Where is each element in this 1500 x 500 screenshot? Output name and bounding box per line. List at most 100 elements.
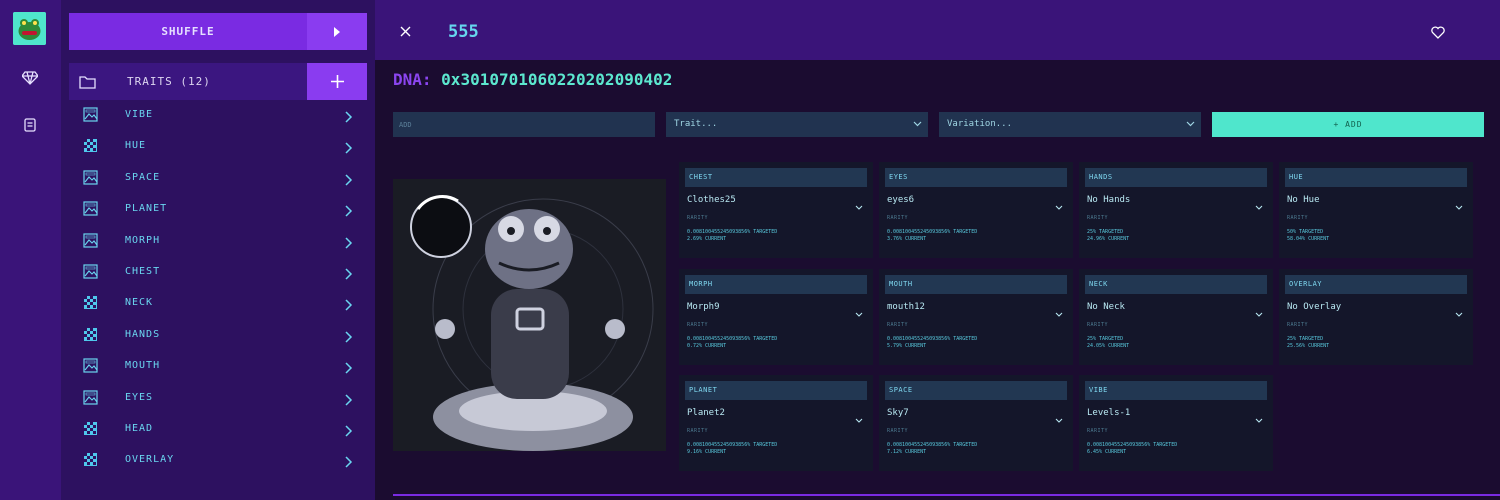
frog-logo[interactable] <box>13 12 46 45</box>
trait-card-hue: HUE No Hue RARITY 50% TARGETED 58.04% CU… <box>1279 162 1473 258</box>
trait-label: CHEST <box>125 265 161 277</box>
variation-select[interactable]: Variation... <box>939 112 1201 137</box>
trait-item-mouth[interactable]: MOUTH <box>61 350 375 381</box>
trait-item-space[interactable]: SPACE <box>61 162 375 193</box>
shuffle-button[interactable]: SHUFFLE <box>69 13 307 50</box>
chevron-down-icon[interactable] <box>1255 302 1263 321</box>
close-icon[interactable] <box>400 22 411 41</box>
card-header: CHEST <box>685 168 867 187</box>
card-value[interactable]: Planet2 <box>687 408 725 418</box>
card-header: HUE <box>1285 168 1467 187</box>
trait-item-hands[interactable]: HANDS <box>61 319 375 350</box>
card-header: MOUTH <box>885 275 1067 294</box>
card-value[interactable]: No Hue <box>1287 195 1320 205</box>
card-value[interactable]: Clothes25 <box>687 195 736 205</box>
play-icon <box>334 26 340 37</box>
gem-icon[interactable] <box>19 67 41 89</box>
trait-label: MOUTH <box>125 360 161 372</box>
card-value[interactable]: No Hands <box>1087 195 1130 205</box>
traits-panel: SHUFFLE TRAITS (12) VIBE HUE SPACE PLANE… <box>61 0 375 500</box>
rarity-label: RARITY <box>887 322 909 328</box>
chevron-down-icon[interactable] <box>1055 302 1063 321</box>
chevron-down-icon[interactable] <box>1055 195 1063 214</box>
add-trait-button[interactable] <box>307 63 367 100</box>
dna-label: DNA: <box>393 70 432 89</box>
variation-select-value: Variation... <box>947 119 1013 129</box>
chevron-down-icon[interactable] <box>1255 195 1263 214</box>
trait-label: MORPH <box>125 234 161 246</box>
rarity-targeted: 0.008100455245093856% TARGETED <box>887 442 978 448</box>
trait-list: VIBE HUE SPACE PLANET MORPH CHEST NECK H… <box>61 99 375 476</box>
trait-item-neck[interactable]: NECK <box>61 287 375 318</box>
card-value[interactable]: No Neck <box>1087 302 1125 312</box>
trait-card-eyes: EYES eyes6 RARITY 0.008100455245093856% … <box>879 162 1073 258</box>
folder-icon <box>79 74 96 93</box>
trait-item-vibe[interactable]: VIBE <box>61 99 375 130</box>
card-header: PLANET <box>685 381 867 400</box>
left-rail <box>0 0 61 500</box>
rarity-targeted: 50% TARGETED <box>1287 229 1324 235</box>
chevron-right-icon <box>345 139 353 158</box>
rarity-targeted: 25% TARGETED <box>1087 336 1124 342</box>
chevron-down-icon[interactable] <box>1455 302 1463 321</box>
trait-item-chest[interactable]: CHEST <box>61 256 375 287</box>
play-next-button[interactable] <box>307 13 367 50</box>
rarity-current: 7.12% CURRENT <box>887 449 927 455</box>
heart-icon[interactable] <box>1431 24 1445 43</box>
card-value[interactable]: No Overlay <box>1287 302 1341 312</box>
trait-label: PLANET <box>125 203 168 215</box>
chevron-right-icon <box>345 359 353 378</box>
checker-icon <box>83 138 98 153</box>
card-header: MORPH <box>685 275 867 294</box>
image-icon <box>83 232 98 248</box>
trait-card-mouth: MOUTH mouth12 RARITY 0.00810045524509385… <box>879 269 1073 365</box>
trait-item-head[interactable]: HEAD <box>61 413 375 444</box>
rarity-label: RARITY <box>887 428 909 434</box>
rarity-label: RARITY <box>1287 215 1309 221</box>
chevron-down-icon[interactable] <box>855 408 863 427</box>
trait-item-morph[interactable]: MORPH <box>61 225 375 256</box>
rarity-current: 24.96% CURRENT <box>1087 236 1130 242</box>
rarity-label: RARITY <box>1087 322 1109 328</box>
chevron-down-icon[interactable] <box>1255 408 1263 427</box>
add-input[interactable]: ADD <box>393 112 655 137</box>
checker-icon <box>83 421 98 436</box>
chevron-right-icon <box>345 171 353 190</box>
rarity-targeted: 0.008100455245093856% TARGETED <box>687 336 778 342</box>
trait-card-chest: CHEST Clothes25 RARITY 0.008100455245093… <box>679 162 873 258</box>
trait-item-hue[interactable]: HUE <box>61 130 375 161</box>
card-value[interactable]: Levels-1 <box>1087 408 1130 418</box>
trait-item-planet[interactable]: PLANET <box>61 193 375 224</box>
dna-line: DNA: 0x3010701060220202090402 <box>393 70 672 89</box>
card-value[interactable]: eyes6 <box>887 195 914 205</box>
dna-value: 0x3010701060220202090402 <box>441 70 673 89</box>
checker-icon <box>83 327 98 342</box>
card-value[interactable]: Morph9 <box>687 302 720 312</box>
chevron-down-icon[interactable] <box>855 302 863 321</box>
rarity-targeted: 0.008100455245093856% TARGETED <box>687 229 778 235</box>
trait-card-vibe: VIBE Levels-1 RARITY 0.00810045524509385… <box>1079 375 1273 471</box>
traits-title: TRAITS (12) <box>127 75 211 88</box>
card-value[interactable]: Sky7 <box>887 408 909 418</box>
rarity-current: 0.72% CURRENT <box>687 343 727 349</box>
trait-label: VIBE <box>125 109 154 120</box>
card-header: HANDS <box>1085 168 1267 187</box>
rarity-targeted: 0.008100455245093856% TARGETED <box>1087 442 1178 448</box>
trait-item-eyes[interactable]: EYES <box>61 382 375 413</box>
trait-item-overlay[interactable]: OVERLAY <box>61 444 375 475</box>
trait-select[interactable]: Trait... <box>666 112 928 137</box>
rarity-current: 9.16% CURRENT <box>687 449 727 455</box>
chevron-down-icon[interactable] <box>1455 195 1463 214</box>
chevron-down-icon[interactable] <box>855 195 863 214</box>
chevron-down-icon[interactable] <box>1055 408 1063 427</box>
chevron-right-icon <box>345 108 353 127</box>
add-button[interactable]: + ADD <box>1212 112 1484 137</box>
card-value[interactable]: mouth12 <box>887 302 925 312</box>
rarity-label: RARITY <box>687 322 709 328</box>
rarity-current: 6.45% CURRENT <box>1087 449 1127 455</box>
image-icon <box>83 358 98 373</box>
rarity-targeted: 0.008100455245093856% TARGETED <box>687 442 778 448</box>
token-id: 555 <box>448 22 479 42</box>
card-header: EYES <box>885 168 1067 187</box>
scroll-icon[interactable] <box>19 114 41 136</box>
